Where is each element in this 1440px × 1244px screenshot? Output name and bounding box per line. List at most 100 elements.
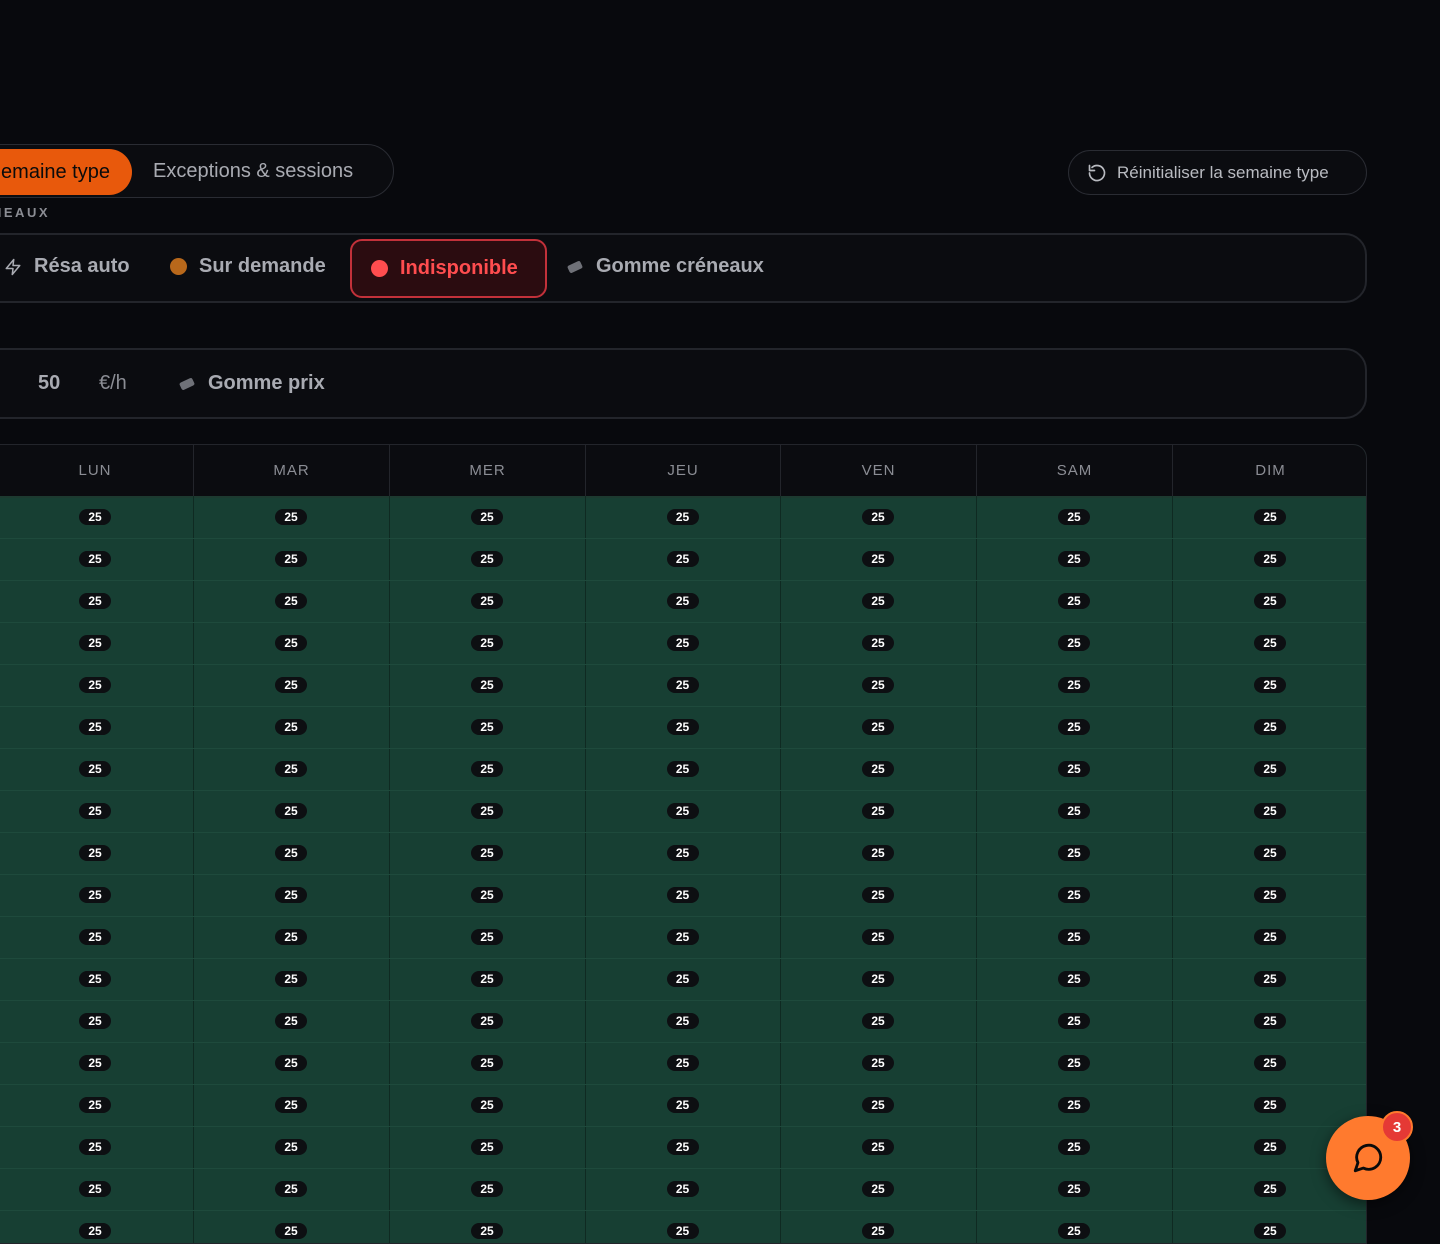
slot-price-mar[interactable]: 25 xyxy=(275,593,307,609)
slot-price-mar[interactable]: 25 xyxy=(275,1055,307,1071)
slot-price-sam[interactable]: 25 xyxy=(1058,593,1090,609)
day-header-sam[interactable]: SAM xyxy=(976,445,1172,496)
slot-price-dim[interactable]: 25 xyxy=(1254,1139,1286,1155)
slot-price-dim[interactable]: 25 xyxy=(1254,1013,1286,1029)
slot-price-mar[interactable]: 25 xyxy=(275,887,307,903)
slot-price-mer[interactable]: 25 xyxy=(471,509,503,525)
slot-price-jeu[interactable]: 25 xyxy=(666,1223,699,1239)
slot-price-sam[interactable]: 25 xyxy=(1058,803,1090,819)
slot-price-sam[interactable]: 25 xyxy=(1058,887,1090,903)
slot-price-lun[interactable]: 25 xyxy=(79,635,111,651)
slot-price-lun[interactable]: 25 xyxy=(79,1055,111,1071)
slot-price-ven[interactable]: 25 xyxy=(862,635,894,651)
slot-price-sam[interactable]: 25 xyxy=(1058,635,1090,651)
slot-price-mar[interactable]: 25 xyxy=(275,677,307,693)
slot-price-lun[interactable]: 25 xyxy=(79,1139,111,1155)
slot-price-sam[interactable]: 25 xyxy=(1058,845,1090,861)
slot-price-ven[interactable]: 25 xyxy=(862,761,894,777)
slot-price-mer[interactable]: 25 xyxy=(471,1097,503,1113)
slot-price-ven[interactable]: 25 xyxy=(862,551,894,567)
slot-price-mer[interactable]: 25 xyxy=(471,1139,503,1155)
slot-price-sam[interactable]: 25 xyxy=(1058,929,1090,945)
slot-price-jeu[interactable]: 25 xyxy=(666,845,699,861)
slot-price-mer[interactable]: 25 xyxy=(471,1223,503,1239)
slot-price-jeu[interactable]: 25 xyxy=(666,719,699,735)
slot-price-sam[interactable]: 25 xyxy=(1058,1181,1090,1197)
slot-price-jeu[interactable]: 25 xyxy=(666,593,699,609)
slot-price-mer[interactable]: 25 xyxy=(471,845,503,861)
slot-price-mer[interactable]: 25 xyxy=(471,887,503,903)
slot-price-mar[interactable]: 25 xyxy=(275,719,307,735)
slot-price-ven[interactable]: 25 xyxy=(862,1223,894,1239)
slot-price-mer[interactable]: 25 xyxy=(471,1181,503,1197)
slot-price-lun[interactable]: 25 xyxy=(79,1223,111,1239)
slot-price-lun[interactable]: 25 xyxy=(79,719,111,735)
slot-price-mer[interactable]: 25 xyxy=(471,635,503,651)
slot-price-lun[interactable]: 25 xyxy=(79,929,111,945)
slot-price-sam[interactable]: 25 xyxy=(1058,509,1090,525)
slot-price-dim[interactable]: 25 xyxy=(1254,719,1286,735)
slot-price-mer[interactable]: 25 xyxy=(471,1055,503,1071)
slot-price-sam[interactable]: 25 xyxy=(1058,677,1090,693)
slot-price-dim[interactable]: 25 xyxy=(1254,593,1286,609)
slot-price-sam[interactable]: 25 xyxy=(1058,971,1090,987)
slot-price-dim[interactable]: 25 xyxy=(1254,929,1286,945)
slot-price-ven[interactable]: 25 xyxy=(862,509,894,525)
slot-price-mer[interactable]: 25 xyxy=(471,761,503,777)
slot-price-mer[interactable]: 25 xyxy=(471,677,503,693)
day-header-mar[interactable]: MAR xyxy=(193,445,389,496)
slot-price-dim[interactable]: 25 xyxy=(1254,761,1286,777)
slot-price-ven[interactable]: 25 xyxy=(862,1097,894,1113)
slot-price-dim[interactable]: 25 xyxy=(1254,1181,1286,1197)
slot-price-dim[interactable]: 25 xyxy=(1254,1097,1286,1113)
slot-price-jeu[interactable]: 25 xyxy=(666,509,699,525)
slot-price-dim[interactable]: 25 xyxy=(1254,803,1286,819)
legend-sur-demande[interactable]: Sur demande xyxy=(170,255,326,278)
slot-price-mar[interactable]: 25 xyxy=(275,929,307,945)
slot-price-sam[interactable]: 25 xyxy=(1058,1223,1090,1239)
tab-semaine-type[interactable]: emaine type xyxy=(0,149,132,195)
slot-price-dim[interactable]: 25 xyxy=(1254,635,1286,651)
slot-price-mer[interactable]: 25 xyxy=(471,971,503,987)
slot-price-mar[interactable]: 25 xyxy=(275,803,307,819)
slot-price-mer[interactable]: 25 xyxy=(471,719,503,735)
slot-price-mar[interactable]: 25 xyxy=(275,1097,307,1113)
legend-gomme-creneaux[interactable]: Gomme créneaux xyxy=(566,255,764,278)
slot-price-sam[interactable]: 25 xyxy=(1058,761,1090,777)
slot-price-jeu[interactable]: 25 xyxy=(666,929,699,945)
legend-indisponible[interactable]: Indisponible xyxy=(350,239,547,298)
slot-price-dim[interactable]: 25 xyxy=(1254,677,1286,693)
slot-price-lun[interactable]: 25 xyxy=(79,593,111,609)
slot-price-dim[interactable]: 25 xyxy=(1254,551,1286,567)
slot-price-lun[interactable]: 25 xyxy=(79,971,111,987)
slot-price-dim[interactable]: 25 xyxy=(1254,1055,1286,1071)
slot-price-lun[interactable]: 25 xyxy=(79,677,111,693)
slot-price-lun[interactable]: 25 xyxy=(79,761,111,777)
slot-price-mer[interactable]: 25 xyxy=(471,1013,503,1029)
slot-price-mar[interactable]: 25 xyxy=(275,551,307,567)
slot-price-sam[interactable]: 25 xyxy=(1058,1139,1090,1155)
slot-price-lun[interactable]: 25 xyxy=(79,803,111,819)
slot-price-dim[interactable]: 25 xyxy=(1254,509,1286,525)
slot-price-sam[interactable]: 25 xyxy=(1058,719,1090,735)
slot-price-ven[interactable]: 25 xyxy=(862,1181,894,1197)
day-header-lun[interactable]: LUN xyxy=(0,445,193,496)
slot-price-jeu[interactable]: 25 xyxy=(666,1139,699,1155)
slot-price-mar[interactable]: 25 xyxy=(275,1013,307,1029)
slot-price-mar[interactable]: 25 xyxy=(275,845,307,861)
slot-price-mar[interactable]: 25 xyxy=(275,971,307,987)
slot-price-ven[interactable]: 25 xyxy=(862,845,894,861)
price-value[interactable]: 50 xyxy=(38,372,60,395)
slot-price-ven[interactable]: 25 xyxy=(862,1139,894,1155)
day-header-mer[interactable]: MER xyxy=(389,445,585,496)
slot-price-mer[interactable]: 25 xyxy=(471,929,503,945)
legend-resa-auto[interactable]: Résa auto xyxy=(4,255,130,278)
slot-price-lun[interactable]: 25 xyxy=(79,1013,111,1029)
slot-price-jeu[interactable]: 25 xyxy=(666,1055,699,1071)
reset-week-button[interactable]: Réinitialiser la semaine type xyxy=(1068,150,1367,195)
slot-price-sam[interactable]: 25 xyxy=(1058,551,1090,567)
slot-price-lun[interactable]: 25 xyxy=(79,509,111,525)
day-header-ven[interactable]: VEN xyxy=(780,445,976,496)
slot-price-ven[interactable]: 25 xyxy=(862,929,894,945)
slot-price-dim[interactable]: 25 xyxy=(1254,845,1286,861)
